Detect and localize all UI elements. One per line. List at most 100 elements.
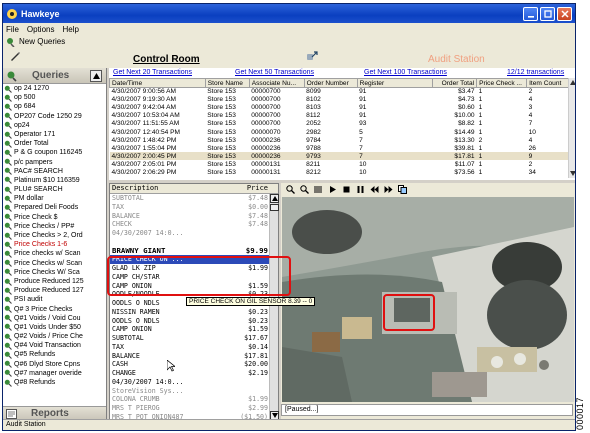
query-item[interactable]: p/c pampers xyxy=(3,158,106,167)
query-item[interactable]: Q#6 Dlyd Store Cpns xyxy=(3,360,106,369)
query-item[interactable]: Q#7 manager overide xyxy=(3,369,106,378)
receipt-line[interactable]: CHECK $7.48 xyxy=(110,220,270,229)
queries-list[interactable]: op 24 1270 op 500 op 684 OP207 Code 1250 29… xyxy=(3,84,106,394)
get-next-100-link[interactable]: Get Next 100 Transactions xyxy=(364,69,447,76)
receipt-line[interactable]: TAX $0.00 xyxy=(110,203,270,212)
receipt-line[interactable]: 04/30/2007 14:0... xyxy=(110,229,270,238)
audit-station-title[interactable]: Audit Station xyxy=(428,54,485,65)
table-row[interactable]: 4/30/2007 10:53:04 AM Store 153 00000700 81… xyxy=(110,112,576,120)
table-row[interactable]: 4/30/2007 2:05:01 PM Store 153 00000131 821… xyxy=(110,160,576,168)
query-item[interactable]: PLU# SEARCH xyxy=(3,185,106,194)
query-item[interactable]: op24 xyxy=(3,121,106,130)
query-item[interactable]: Operator 171 xyxy=(3,130,106,139)
control-room-title[interactable]: Control Room xyxy=(133,54,200,65)
col-store-name[interactable]: Store Name xyxy=(204,78,250,88)
get-next-20-link[interactable]: Get Next 20 Transactions xyxy=(113,69,192,76)
transactions-scrollbar[interactable] xyxy=(568,78,576,178)
col-register[interactable]: Register xyxy=(356,78,434,88)
query-item[interactable]: Q#1 Voids / Void Cou xyxy=(3,314,106,323)
zoom-out-icon[interactable] xyxy=(300,184,309,194)
new-queries-toolbar[interactable]: New Queries xyxy=(3,35,575,48)
query-item[interactable]: Q#8 Refunds xyxy=(3,378,106,387)
close-button[interactable] xyxy=(557,6,572,21)
receipt-scroll-up-button[interactable] xyxy=(270,194,279,203)
receipt-scroll-thumb[interactable] xyxy=(270,204,279,211)
query-item[interactable]: PSI audit xyxy=(3,295,106,304)
receipt-col-price[interactable]: Price xyxy=(238,184,278,193)
table-row[interactable]: 4/30/2007 1:48:42 PM Store 153 00000236 978… xyxy=(110,136,576,144)
table-row[interactable]: 4/30/2007 12:40:54 PM Store 153 00000070 29… xyxy=(110,128,576,136)
receipt-line[interactable]: BALANCE $17.81 xyxy=(110,352,270,361)
query-item[interactable]: Platinum $10 116359 xyxy=(3,176,106,185)
receipt-line[interactable]: SUBTOTAL $17.67 xyxy=(110,334,270,343)
reports-header[interactable]: Reports xyxy=(3,406,106,420)
receipt-line[interactable]: SUBTOTAL $7.48 xyxy=(110,194,270,203)
query-item[interactable]: op 684 xyxy=(3,102,106,111)
col-order-total[interactable]: Order Total xyxy=(432,78,478,88)
query-item[interactable]: Prepared Deli Foods xyxy=(3,203,106,212)
receipt-line[interactable]: OODLS O NDLS $0.23 xyxy=(110,317,270,326)
get-next-50-link[interactable]: Get Next 50 Transactions xyxy=(235,69,314,76)
query-item[interactable]: PM dollar xyxy=(3,194,106,203)
receipt-line[interactable]: COLONA CRUMB $1.99 xyxy=(110,395,270,404)
receipt-line[interactable]: TAX $0.14 xyxy=(110,343,270,352)
query-item[interactable]: P & G coupon 116245 xyxy=(3,148,106,157)
rewind-icon[interactable] xyxy=(370,185,379,194)
receipt-line[interactable]: CASH $20.00 xyxy=(110,360,270,369)
receipt-line[interactable]: 04/30/2007 14:0... xyxy=(110,378,270,387)
zoom-in-icon[interactable] xyxy=(286,184,295,194)
query-item[interactable]: Price Checks w/ Scan xyxy=(3,259,106,268)
menu-options[interactable]: Options xyxy=(27,25,55,34)
col-associate-number[interactable]: Associate Nu... xyxy=(248,78,305,88)
copy-icon[interactable] xyxy=(398,184,407,194)
col-price-check[interactable]: Price Check ... xyxy=(476,78,528,88)
collapse-queries-button[interactable] xyxy=(90,69,102,82)
audit-link-icon[interactable] xyxy=(306,51,318,63)
scroll-up-icon[interactable] xyxy=(569,79,576,86)
query-item[interactable]: Price Check $ xyxy=(3,213,106,222)
frames-icon[interactable] xyxy=(314,185,323,194)
query-item[interactable]: Price Checks > 2, Ord xyxy=(3,231,106,240)
table-row[interactable]: 4/30/2007 9:19:30 AM Store 153 00000700 810… xyxy=(110,96,576,104)
query-item[interactable]: op 24 1270 xyxy=(3,84,106,93)
pen-icon[interactable] xyxy=(9,50,21,62)
query-item[interactable]: OP207 Code 1250 29 xyxy=(3,112,106,121)
receipt-line[interactable]: CAMP ONION $1.59 xyxy=(110,325,270,334)
table-row[interactable]: 4/30/2007 2:00:45 PM Store 153 00000236 979… xyxy=(109,152,575,161)
query-item[interactable]: op 500 xyxy=(3,93,106,102)
receipt-lines[interactable]: SUBTOTAL $7.48 TAX $0.00 BALANCE $7.48 CHECK $7… xyxy=(110,194,270,420)
query-item[interactable]: Q#1 Voids Under $50 xyxy=(3,323,106,332)
query-item[interactable]: Produce Reduced 125 xyxy=(3,277,106,286)
query-item[interactable]: PAC# SEARCH xyxy=(3,167,106,176)
menu-help[interactable]: Help xyxy=(62,25,78,34)
receipt-line[interactable]: BALANCE $7.48 xyxy=(110,212,270,221)
table-row[interactable]: 4/30/2007 11:51:55 AM Store 153 00000700 20… xyxy=(110,120,576,128)
receipt-line[interactable]: NISSIN RAMEN $0.23 xyxy=(110,308,270,317)
query-item[interactable]: Price checks w/ Scan xyxy=(3,249,106,258)
receipt-line[interactable]: StoreVision Sys... xyxy=(110,387,270,396)
stop-icon[interactable] xyxy=(342,185,351,194)
query-item[interactable]: Price Checks 1-6 xyxy=(3,240,106,249)
scroll-down-icon[interactable] xyxy=(569,170,576,177)
maximize-button[interactable] xyxy=(540,6,555,21)
query-item[interactable]: Q#2 Voids / Price Che xyxy=(3,332,106,341)
query-item[interactable]: Price Checks W/ Sca xyxy=(3,268,106,277)
table-row[interactable]: 4/30/2007 2:06:29 PM Store 153 00000131 821… xyxy=(110,168,576,176)
fast-forward-icon[interactable] xyxy=(384,185,393,194)
pause-icon[interactable] xyxy=(356,185,365,194)
query-item[interactable]: Order Total xyxy=(3,139,106,148)
minimize-button[interactable] xyxy=(523,6,538,21)
table-row[interactable]: 4/30/2007 9:00:56 AM Store 153 00000700 809… xyxy=(110,88,576,96)
receipt-line[interactable]: MRS T PIEROG $2.99 xyxy=(110,404,270,413)
receipt-scrollbar[interactable] xyxy=(269,194,279,420)
query-item[interactable]: Q#5 Refunds xyxy=(3,350,106,359)
query-item[interactable]: Q# 3 Price Checks xyxy=(3,305,106,314)
query-item[interactable]: Price Checks / PP# xyxy=(3,222,106,231)
play-icon[interactable] xyxy=(328,185,337,194)
table-row[interactable]: 4/30/2007 1:55:04 PM Store 153 00000236 978… xyxy=(110,144,576,152)
col-order-number[interactable]: Order Number xyxy=(303,78,358,88)
query-item[interactable]: Q#4 Void Transaction xyxy=(3,341,106,350)
receipt-col-description[interactable]: Description xyxy=(110,184,238,193)
receipt-line[interactable]: BRAWNY GIANT $9.99 xyxy=(110,246,270,256)
queries-header[interactable]: Queries xyxy=(3,68,106,84)
